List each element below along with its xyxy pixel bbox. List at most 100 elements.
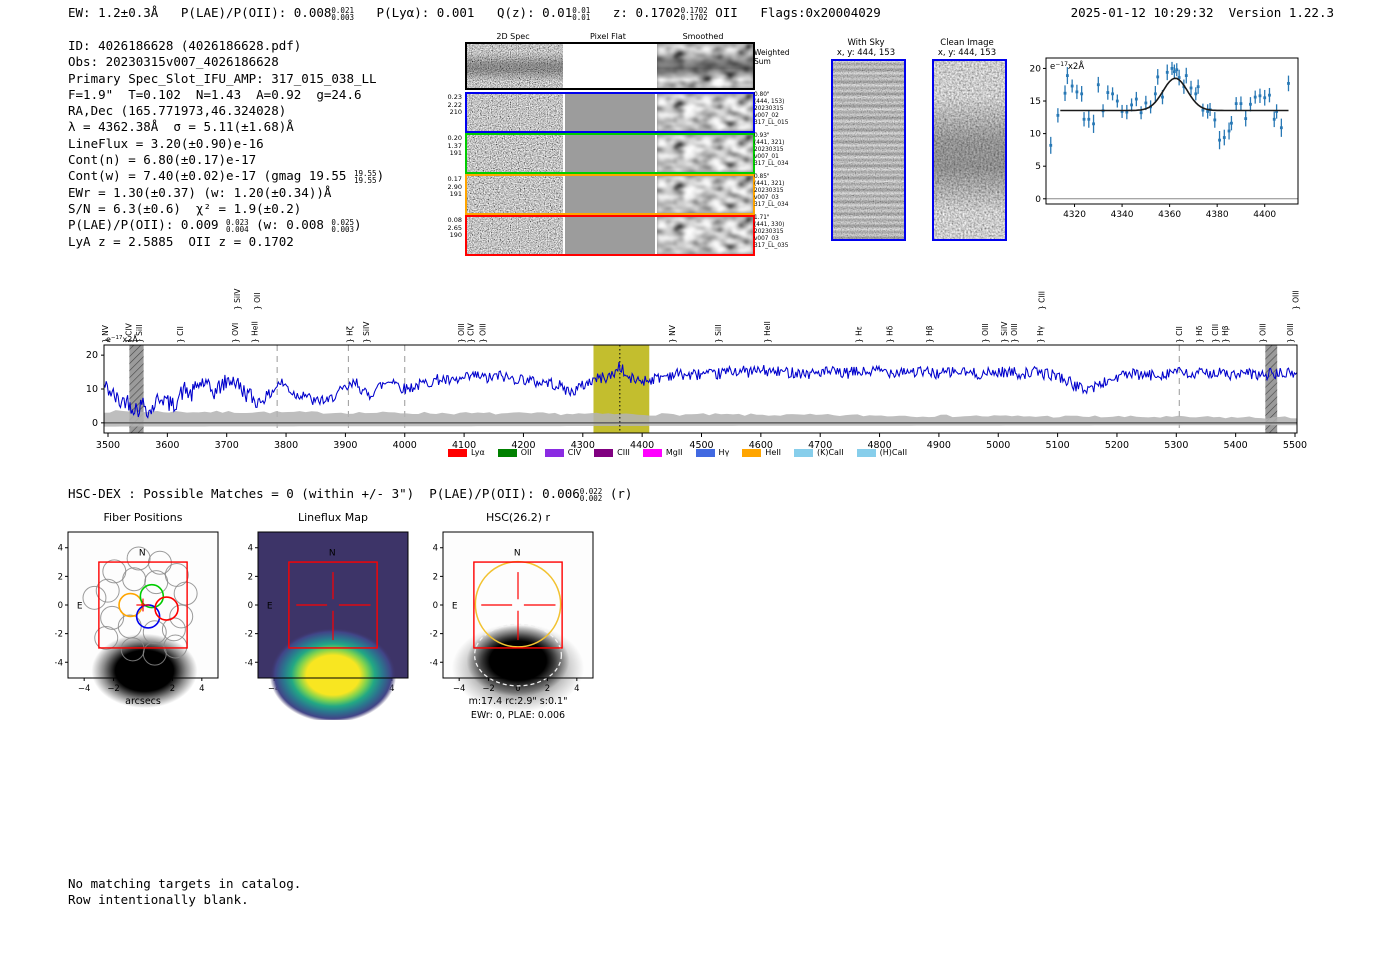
emission-line-label: } OIII [1258,323,1267,343]
spec2d-fiber-row [465,133,755,174]
full-spectrum-chart: 3500 3600 3700 3800 3900 4000 4100 4200 4300 4400… [86,288,1307,451]
spectrum-line-legend: Lyα OII CIV CIII MgII Hγ HeII (K)CaII (H)CaII [448,448,907,457]
svg-text:10: 10 [1030,130,1041,140]
svg-text:3800: 3800 [274,440,298,451]
noise-overlay [833,61,904,239]
legend-item: MgII [642,448,683,457]
svg-text:−4: −4 [78,684,91,694]
legend-item: (K)CaII [793,448,844,457]
legend-swatch [856,448,876,457]
emission-line-label: } HeII [251,321,260,343]
svg-text:10: 10 [86,384,98,395]
svg-text:20: 20 [86,350,98,361]
fiber-positions-plot: −4−4−2−2002244Fiber PositionsarcsecsNE [55,511,219,709]
emission-line-label: } SiII [714,325,723,343]
legend-swatch [742,448,762,457]
fiber-row-weights-label: 0.17 2.90 191 [447,175,462,199]
emission-line-label: } Hδ [1195,325,1204,343]
spec2d-noise-image [467,135,563,172]
fiber-row-id-label: 0.80" (444, 153) 20230315 v007_02 317_LL… [754,92,789,126]
info-line: LineFlux = 3.20(±0.90)e-16 [68,135,264,151]
legend-label: Lyα [471,448,485,457]
emission-line-label: } SiIV [362,321,371,343]
svg-text:4400: 4400 [1253,210,1276,218]
svg-text:4: 4 [58,544,63,554]
svg-text:5: 5 [1035,162,1041,172]
legend-swatch [497,448,517,457]
emission-line-label: } CII [176,326,185,343]
svg-text:15: 15 [1030,97,1041,107]
pixel-flat-cell [565,44,655,88]
svg-text:0: 0 [58,601,63,611]
svg-text:−2: −2 [245,630,253,640]
withsky-title: With Sky [847,38,885,48]
fiber-row-weights-label: 0.20 1.37 191 [447,134,462,158]
fiber-row-id-label: 0.85" (441, 321) 20230315 v007_03 317_LL… [754,174,789,208]
svg-text:−4: −4 [430,658,438,668]
svg-text:4: 4 [248,544,253,554]
hsc-cutout-plot: −4−4−2−2002244HSC(26.2) rm:17.4 rc:2.9" … [430,511,594,721]
svg-text:2: 2 [248,572,253,582]
svg-text:20: 20 [1030,64,1041,74]
info-line: P(LAE)/P(OII): 0.009 0.023 0.004 (w: 0.00… [68,217,362,235]
spec2d-col-header: Pixel Flat [590,32,626,41]
legend-item: Lyα [448,448,485,457]
svg-text:0: 0 [92,418,98,429]
header-datetime: 2025-01-12 10:29:32 Version 1.22.3 [1070,5,1334,20]
emission-line-label: } Hε [855,326,864,343]
svg-text:−4: −4 [55,658,63,668]
pixel-flat-cell [565,94,655,131]
info-line: Primary Spec_Slot_IFU_AMP: 317_015_038_L… [68,70,377,86]
emission-line-label: } Hδ [886,325,895,343]
info-line: EWr = 1.30(±0.37) (w: 1.20(±0.34))Å [68,184,332,200]
spec2d-weighted-row [465,42,755,90]
withsky-xy-label: x, y: 444, 153 [836,48,896,58]
emission-line-label: } OIII [1286,323,1295,343]
svg-text:3700: 3700 [215,440,239,451]
svg-text:4340: 4340 [1111,210,1134,218]
legend-label: (K)CaII [816,448,844,457]
spec2d-noise-image [467,176,563,213]
pixel-flat-cell [565,135,655,172]
emission-line-label: } Hβ [1221,325,1230,343]
legend-swatch [793,448,813,457]
hscdex-match-line: HSC-DEX : Possible Matches = 0 (within +… [68,486,633,503]
svg-text:5300: 5300 [1164,440,1188,451]
lineflux-map-plot: −4−4−2−2002244Lineflux Maps/b: 1.84 +/- … [245,511,409,720]
compass-east: E [77,602,83,612]
spec2d-col-header: 2D Spec [496,32,530,41]
svg-text:2: 2 [433,572,438,582]
fiber-row-weights-label: 0.23 2.22 210 [447,93,462,117]
svg-text:0: 0 [433,601,438,611]
emission-line-label: } Hβ [925,325,934,343]
svg-text:−2: −2 [430,630,438,640]
spec2d-fiber-row [465,215,755,256]
clean-xy-label: x, y: 444, 153 [937,48,997,58]
spec2d-noise-image [467,217,563,254]
emission-line-label: } SiII [135,325,144,343]
legend-item: CIII [594,448,630,457]
legend-swatch [642,448,662,457]
clean-dark-band [934,61,1005,239]
emission-line-label: } OIII [981,323,990,343]
svg-text:5100: 5100 [1046,440,1070,451]
emission-line-label: } OIII [457,323,466,343]
weighted-sum-label: Weighted Sum [754,48,790,66]
clean-image [932,59,1007,241]
info-line: λ = 4362.38Å σ = 5.11(±1.68)Å [68,119,294,135]
svg-text:4: 4 [199,684,204,694]
footer-note-2: Row intentionally blank. [68,892,249,907]
info-line: ID: 4026186628 (4026186628.pdf) [68,38,302,53]
emission-line-label: } OII [253,293,262,310]
legend-item: HeII [742,448,781,457]
svg-text:0: 0 [1035,195,1041,205]
legend-item: Hγ [695,448,729,457]
svg-text:4360: 4360 [1158,210,1181,218]
info-line: RA,Dec (165.771973,46.324028) [68,103,287,119]
line-fit-inset-chart: 20 15 10 5 0 4320 4340 4360 4380 4400 e−17x2Å [1030,57,1299,218]
compass-north: N [139,549,146,559]
cutout-title: HSC(26.2) r [486,511,551,524]
svg-text:3900: 3900 [333,440,357,451]
emission-line-label: } CIII [1211,324,1220,343]
cutout-title: Lineflux Map [298,511,368,524]
